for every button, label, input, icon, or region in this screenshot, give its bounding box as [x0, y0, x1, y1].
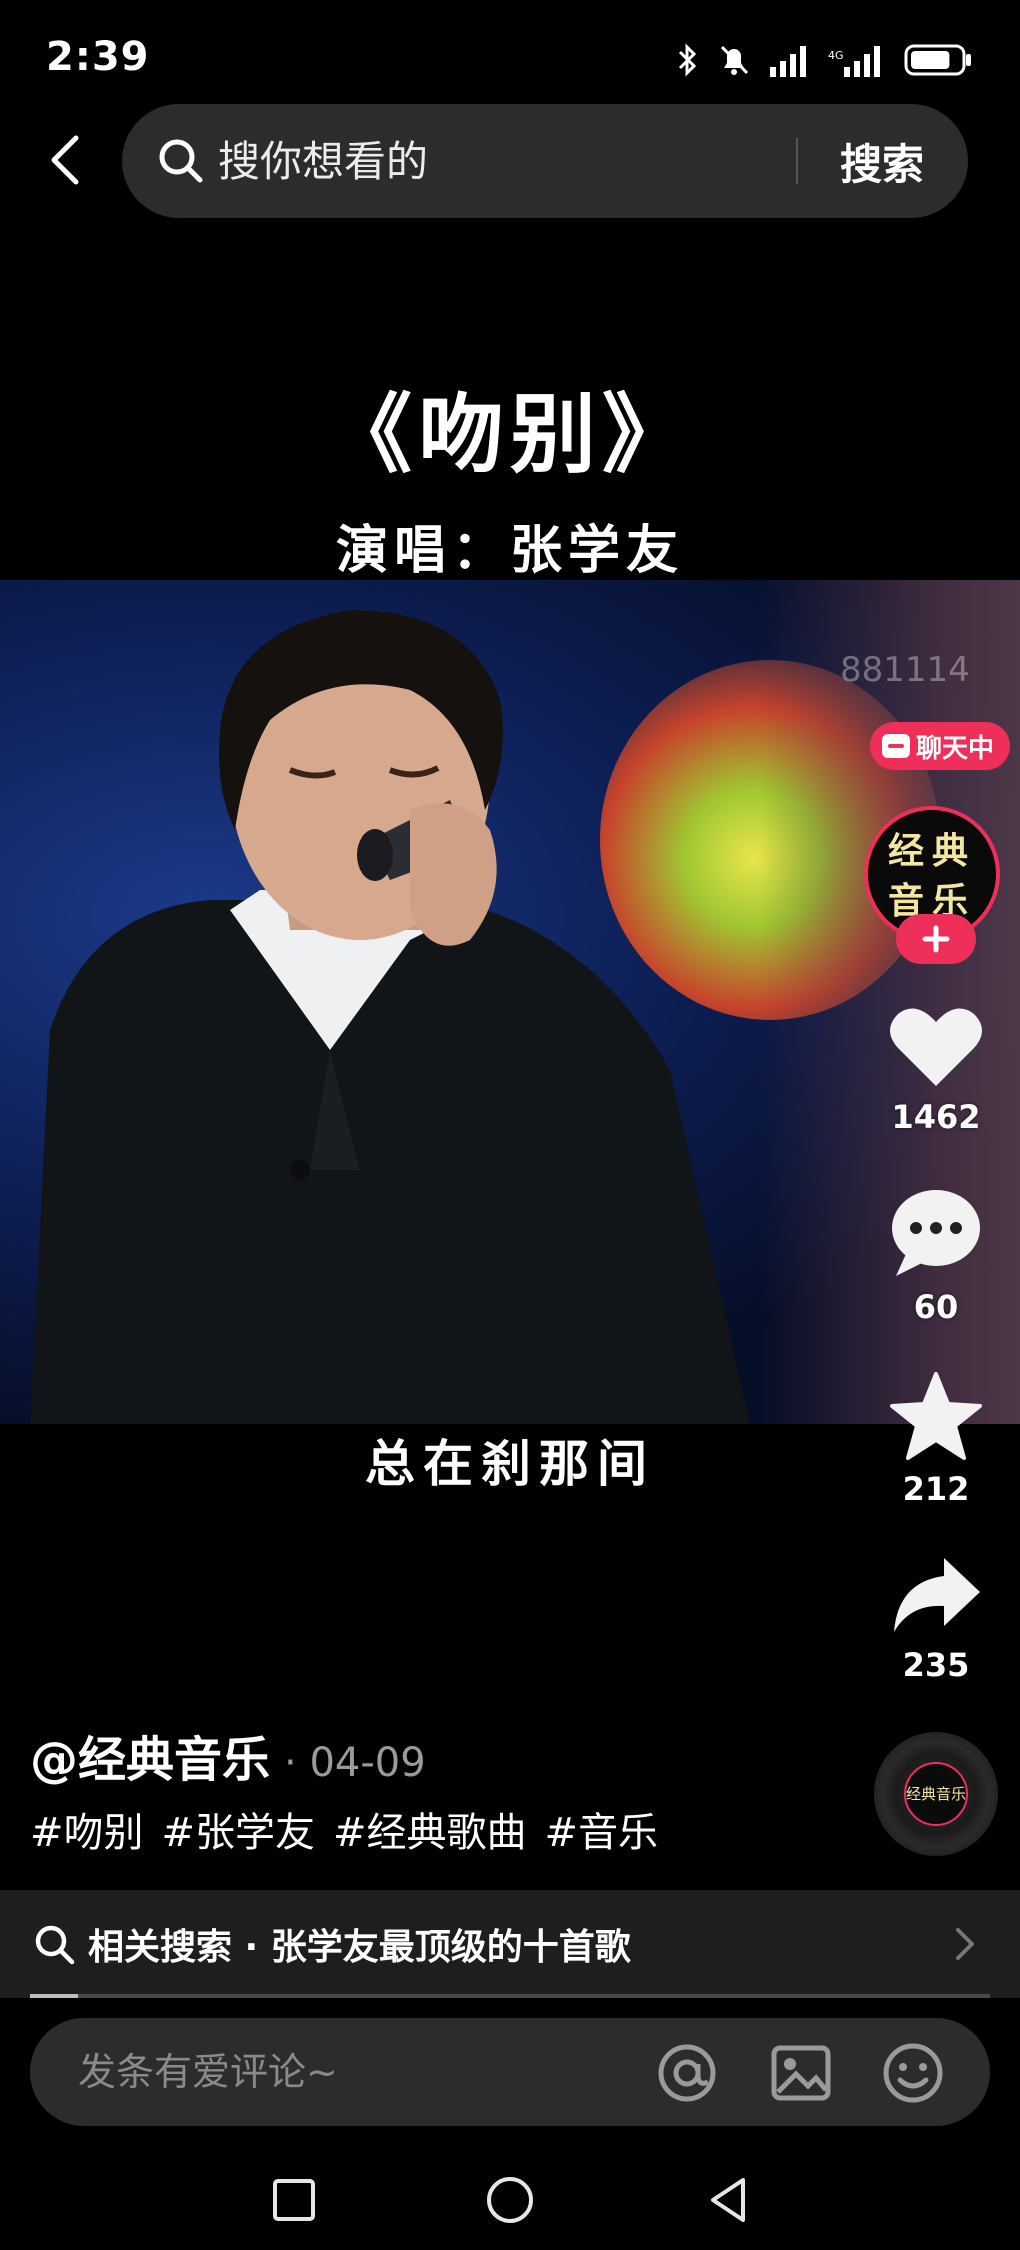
video-lyric: 总在刹那间 [365, 1434, 655, 1493]
recents-button[interactable] [266, 2172, 322, 2228]
signal-icon [768, 40, 812, 80]
home-button[interactable] [482, 2172, 538, 2228]
hashtag[interactable]: #吻别 [30, 1800, 144, 1858]
singer-figure [30, 610, 750, 1424]
circle-icon [487, 2177, 533, 2223]
like-action[interactable]: 1462 [876, 1004, 996, 1136]
video-player[interactable]: 881114 [0, 580, 1020, 1424]
music-disc-cover: 经典音乐 [904, 1762, 968, 1826]
video-watermark: 881114 [840, 650, 970, 690]
chat-icon [882, 734, 910, 758]
image-icon [771, 2045, 831, 2101]
mention-button[interactable] [656, 2042, 718, 2104]
video-title: 《吻别》 [326, 384, 694, 485]
back-nav-button[interactable] [700, 2172, 756, 2228]
signal-2-icon: 4G [828, 40, 888, 80]
search-icon [35, 1925, 75, 1965]
follow-button[interactable] [896, 914, 976, 964]
music-disc[interactable]: 经典音乐 [874, 1732, 998, 1856]
favorite-action[interactable]: 212 [876, 1370, 996, 1508]
related-search-text: 相关搜索 · 张学友最顶级的十首歌 [88, 1927, 631, 1968]
status-time: 2:39 [46, 34, 150, 80]
at-icon [658, 2044, 716, 2102]
search-bar[interactable]: 搜索 [122, 104, 968, 218]
hashtags: #吻别 #张学友 #经典歌曲 #音乐 [30, 1800, 658, 1858]
comment-bar [30, 2018, 990, 2126]
search-input[interactable] [218, 130, 778, 192]
hashtag[interactable]: #经典歌曲 [333, 1800, 527, 1858]
favorite-count: 212 [902, 1470, 970, 1508]
video-progress[interactable] [30, 1994, 990, 1998]
share-arrow-icon[interactable] [888, 1552, 984, 1638]
like-count: 1462 [891, 1098, 981, 1136]
chat-badge-label: 聊天中 [916, 733, 995, 764]
battery-icon [904, 40, 974, 80]
comment-icon[interactable] [888, 1188, 984, 1280]
search-button[interactable]: 搜索 [822, 130, 942, 192]
hashtag[interactable]: #张学友 [162, 1800, 316, 1858]
comment-action[interactable]: 60 [876, 1188, 996, 1326]
comment-input[interactable] [78, 2040, 638, 2104]
heart-icon[interactable] [888, 1004, 984, 1090]
hashtag[interactable]: #音乐 [545, 1800, 659, 1858]
plus-icon [922, 925, 950, 953]
status-bar: 2:39 4G [0, 0, 1020, 120]
share-action[interactable]: 235 [876, 1552, 996, 1684]
video-progress-fill [30, 1994, 78, 1998]
post-date: · 04-09 [284, 1740, 426, 1786]
system-nav-bar [0, 2150, 1020, 2250]
square-icon [273, 2179, 315, 2221]
video-singer: 演唱：张学友 [335, 520, 684, 581]
emoji-button[interactable] [882, 2042, 944, 2104]
chevron-left-icon [51, 135, 79, 185]
related-search[interactable]: 相关搜索 · 张学友最顶级的十首歌 [0, 1890, 1020, 1998]
chat-badge[interactable]: 聊天中 [870, 722, 1011, 770]
avatar-text: 经典音乐 [887, 830, 976, 922]
smile-icon [883, 2043, 943, 2103]
author-line: @经典音乐 · 04-09 [30, 1720, 426, 1790]
mute-bell-icon [716, 40, 752, 80]
post-date-value: 04-09 [309, 1740, 426, 1786]
image-button[interactable] [770, 2042, 832, 2104]
star-icon[interactable] [888, 1370, 984, 1462]
triangle-back-icon [711, 2178, 745, 2222]
svg-text:4G: 4G [828, 49, 844, 62]
author-name[interactable]: @经典音乐 [30, 1720, 270, 1790]
bluetooth-icon [676, 40, 700, 80]
search-divider [796, 138, 798, 184]
search-icon [159, 139, 203, 183]
chevron-right-icon [956, 1928, 974, 1960]
share-count: 235 [902, 1646, 970, 1684]
status-icons: 4G [676, 40, 974, 80]
comment-count: 60 [913, 1288, 959, 1326]
back-button[interactable] [36, 130, 96, 190]
